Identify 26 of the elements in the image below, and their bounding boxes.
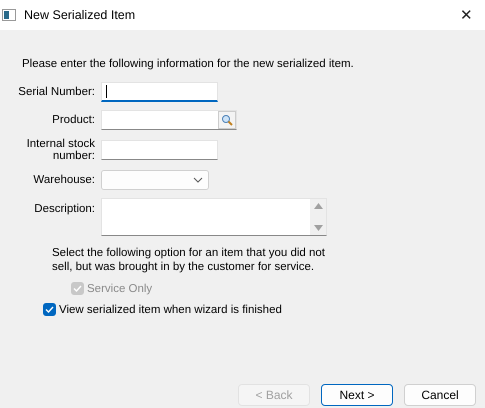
lookup-button[interactable] (218, 111, 236, 129)
text-field[interactable] (101, 82, 218, 102)
chevron-down-icon (193, 177, 203, 183)
search-icon (221, 114, 233, 126)
checkbox-label: View serialized item when wizard is finished (59, 304, 282, 316)
product-field[interactable] (101, 110, 237, 130)
scroll-up-icon[interactable] (314, 203, 322, 209)
wizard-button[interactable]: Cancel (404, 384, 476, 406)
note-text: Select the following option for an item that you did not sell, but was brought in by the customer for service. (52, 246, 326, 274)
field-label: Product: (52, 114, 95, 126)
scrollbar[interactable] (310, 199, 326, 235)
window-title: New Serialized Item (24, 8, 136, 22)
checkbox-label: Service Only (87, 282, 152, 294)
field-label: Description: (34, 202, 95, 215)
checkmark-icon (73, 285, 82, 292)
field-label: Internal stock number: (26, 138, 95, 162)
field-label: Serial Number: (18, 86, 95, 98)
instruction-text: Please enter the following information for the new serialized item. (22, 58, 355, 70)
checkbox[interactable] (43, 303, 56, 316)
description-field[interactable] (101, 198, 327, 236)
checkmark-icon (45, 306, 54, 313)
scroll-down-icon[interactable] (314, 225, 322, 231)
field-label: Warehouse: (33, 174, 95, 186)
close-icon[interactable]: ✕ (460, 6, 473, 24)
wizard-button[interactable]: Next > (321, 384, 393, 406)
text-field[interactable] (101, 140, 218, 160)
